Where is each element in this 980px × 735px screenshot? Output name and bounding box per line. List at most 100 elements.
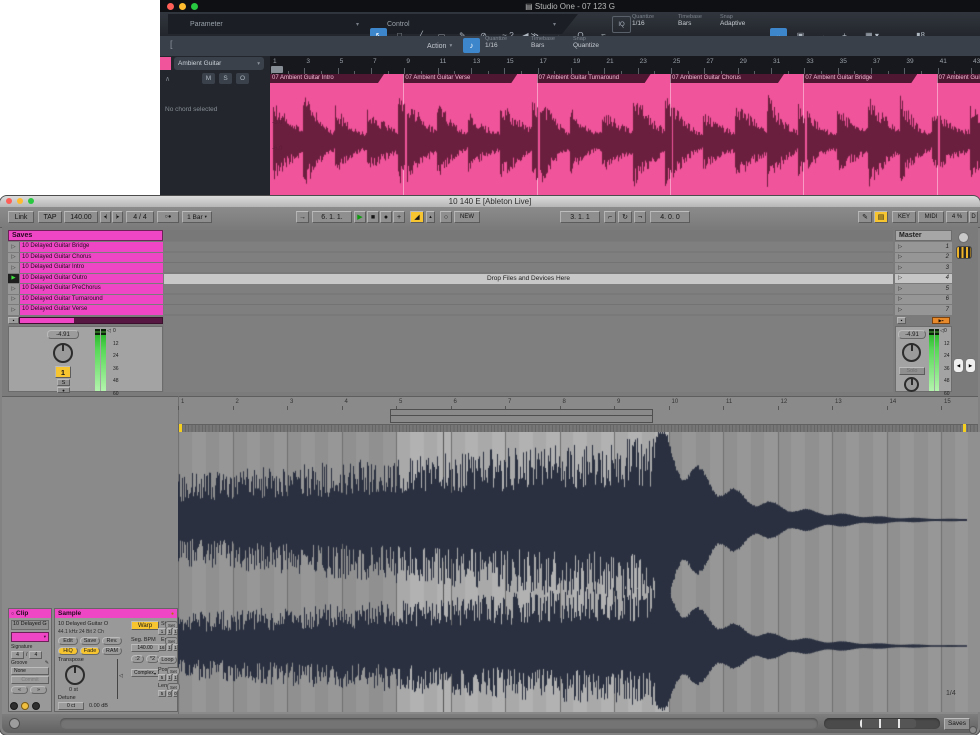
loop-brace-lower[interactable] — [390, 416, 653, 423]
scene-slot[interactable]: ▷3 — [895, 263, 952, 273]
scene-play-icon[interactable]: ▷ — [898, 286, 902, 292]
snap-selector[interactable]: SnapQuantize — [573, 36, 619, 50]
scene-slot[interactable]: ▷2 — [895, 253, 952, 263]
clip-start-marker[interactable] — [179, 424, 182, 432]
track-selector[interactable]: Ambient Guitar ▾ — [174, 57, 264, 70]
clip-slot[interactable]: ▷10 Delayed Guitar Intro — [8, 263, 163, 273]
clip-name-flag[interactable]: 07 Ambient Guitar Intro — [270, 74, 384, 83]
master-pan-knob[interactable] — [902, 343, 921, 362]
scene-play-icon[interactable]: ▷ — [898, 275, 902, 281]
clip-name[interactable]: 10 Delayed Guitar Chorus — [20, 253, 163, 263]
midi-map-button[interactable]: MIDI — [918, 211, 944, 223]
revert-button[interactable]: Rev. — [102, 637, 122, 645]
scene-slot[interactable]: ▷4 — [895, 274, 952, 284]
clip-play-icon[interactable]: ▷ — [8, 242, 20, 252]
clip-name[interactable]: 10 Delayed Guitar Outro — [20, 274, 163, 284]
warp-button[interactable]: Warp — [131, 621, 159, 630]
solo-button[interactable]: S — [57, 379, 70, 386]
clip-name[interactable]: 10 Delayed Guitar Turnaround — [20, 295, 163, 305]
clip-name-flag[interactable]: 07 Ambient Guitar Bridge — [803, 74, 917, 83]
start-value-field[interactable]: 1 — [173, 628, 178, 635]
signature-numerator-field[interactable]: 4 — [11, 651, 24, 659]
timebase-selector[interactable]: TimebaseBars — [531, 36, 571, 50]
loop-toggle-button[interactable]: Loop — [158, 656, 177, 664]
clip-name-flag[interactable]: 07 Ambient Guitar Verse — [403, 74, 517, 83]
reenable-automation-button[interactable]: ▴ — [426, 211, 435, 223]
waveform-canvas[interactable] — [271, 84, 980, 210]
master-solo-button[interactable]: Solo — [899, 367, 925, 375]
clip-play-icon[interactable]: ▷ — [8, 263, 20, 273]
sample-waveform-canvas[interactable] — [178, 432, 980, 712]
zoom-scroll-track[interactable] — [824, 718, 940, 729]
arrangement-position-field[interactable]: 6. 1. 1. — [312, 211, 352, 223]
clip-end-marker[interactable] — [963, 424, 966, 432]
session-record-button[interactable]: ○ — [440, 211, 452, 223]
loop-brace[interactable] — [390, 409, 653, 416]
overview-toggle-icon[interactable] — [958, 232, 969, 243]
scene-slot[interactable]: ▷6 — [895, 295, 952, 305]
tap-tempo-button[interactable]: TAP — [38, 211, 62, 223]
metronome-button[interactable]: ○● — [157, 211, 179, 223]
input-quantize-button[interactable]: IQ — [612, 16, 631, 33]
length-value-field[interactable]: 5 — [158, 690, 166, 697]
clip-slot[interactable]: ▷10 Delayed Guitar PreChorus — [8, 284, 163, 294]
overdub-button[interactable]: + — [393, 211, 405, 223]
master-track-header[interactable]: Master — [895, 230, 952, 241]
length-value-field[interactable]: 0 — [167, 690, 172, 697]
scene-slot[interactable]: ▷7 — [895, 305, 952, 315]
commit-groove-button[interactable]: Commit — [11, 676, 49, 684]
nudge-forward-button[interactable]: » — [30, 686, 47, 694]
timeline-ruler[interactable]: 135791113151719212325272931333537394143 — [270, 56, 980, 74]
playing-clip-icon[interactable]: ▶ — [8, 274, 20, 284]
gain-slider[interactable] — [117, 659, 118, 699]
zoom-scroll-thumb[interactable] — [860, 719, 916, 728]
automation-arm-button[interactable]: ◢ — [410, 211, 424, 223]
halve-bpm-button[interactable]: :2 — [131, 655, 144, 663]
scene-play-icon[interactable]: ▷ — [898, 254, 902, 260]
volume-pointer-icon[interactable]: ◁ — [107, 328, 111, 334]
quantization-menu[interactable]: 1 Bar▾ — [182, 211, 212, 223]
drop-zone[interactable]: Drop Files and Devices Here — [164, 274, 893, 284]
draw-mode-button[interactable]: ✎ — [858, 211, 872, 223]
record-button[interactable]: ● — [380, 211, 392, 223]
clip-play-icon[interactable]: ▷ — [8, 253, 20, 263]
loop-length-field[interactable]: 4. 0. 0 — [650, 211, 690, 223]
transpose-value[interactable]: 0 st — [69, 687, 78, 693]
nudge-up-button[interactable]: |▸ — [112, 211, 123, 223]
next-view-button[interactable]: ▶ — [965, 358, 976, 373]
position-value-field[interactable]: 1 — [173, 674, 178, 681]
edit-sample-button[interactable]: Edit — [58, 637, 78, 645]
groove-chooser[interactable]: None — [11, 667, 49, 675]
time-signature-field[interactable]: 4 / 4 — [126, 211, 154, 223]
nudge-down-button[interactable]: ◂| — [100, 211, 111, 223]
punch-in-button[interactable]: ⌐ — [604, 211, 616, 223]
monitor-button[interactable]: O — [236, 73, 249, 84]
back-to-arrangement-button[interactable]: ▶▪ — [932, 317, 950, 324]
io-toggle-icon[interactable] — [956, 246, 972, 259]
gain-pointer-icon[interactable]: ◁ — [119, 673, 123, 679]
loop-button[interactable]: ↻ — [618, 211, 632, 223]
clip-activator-icon[interactable]: ○ — [11, 611, 14, 617]
quantize-selector[interactable]: Quantize1/16 — [632, 14, 676, 28]
key-map-button[interactable]: KEY — [892, 211, 916, 223]
info-toggle-icon[interactable] — [9, 718, 20, 729]
end-value-field[interactable]: 1 — [173, 644, 178, 651]
capture-new-button[interactable]: NEW — [454, 211, 480, 223]
scene-play-icon[interactable]: ▷ — [898, 296, 902, 302]
seg-bpm-field[interactable]: 140.00 — [131, 644, 159, 652]
warp-mode-chooser[interactable]: Complex▾ — [131, 669, 159, 677]
ram-button[interactable]: RAM — [102, 647, 122, 655]
nudge-back-button[interactable]: « — [11, 686, 28, 694]
detune-field[interactable]: 0 ct — [58, 702, 84, 710]
hiq-button[interactable]: HiQ — [58, 647, 78, 655]
volume-field[interactable]: -4.91 — [47, 330, 79, 339]
tempo-field[interactable]: 140.00 — [64, 211, 98, 223]
clip-play-icon[interactable]: ▷ — [8, 295, 20, 305]
clip-slot[interactable]: ▷10 Delayed Guitar Bridge — [8, 242, 163, 252]
pan-knob[interactable] — [53, 343, 73, 363]
track-activator-button[interactable]: 1 — [55, 366, 71, 378]
minimize-button[interactable] — [17, 198, 23, 204]
prev-view-button[interactable]: ◀ — [953, 358, 964, 373]
quantize-selector[interactable]: Quantize1/16 — [485, 36, 529, 50]
quantize-note-button[interactable]: ♪ — [463, 38, 480, 53]
